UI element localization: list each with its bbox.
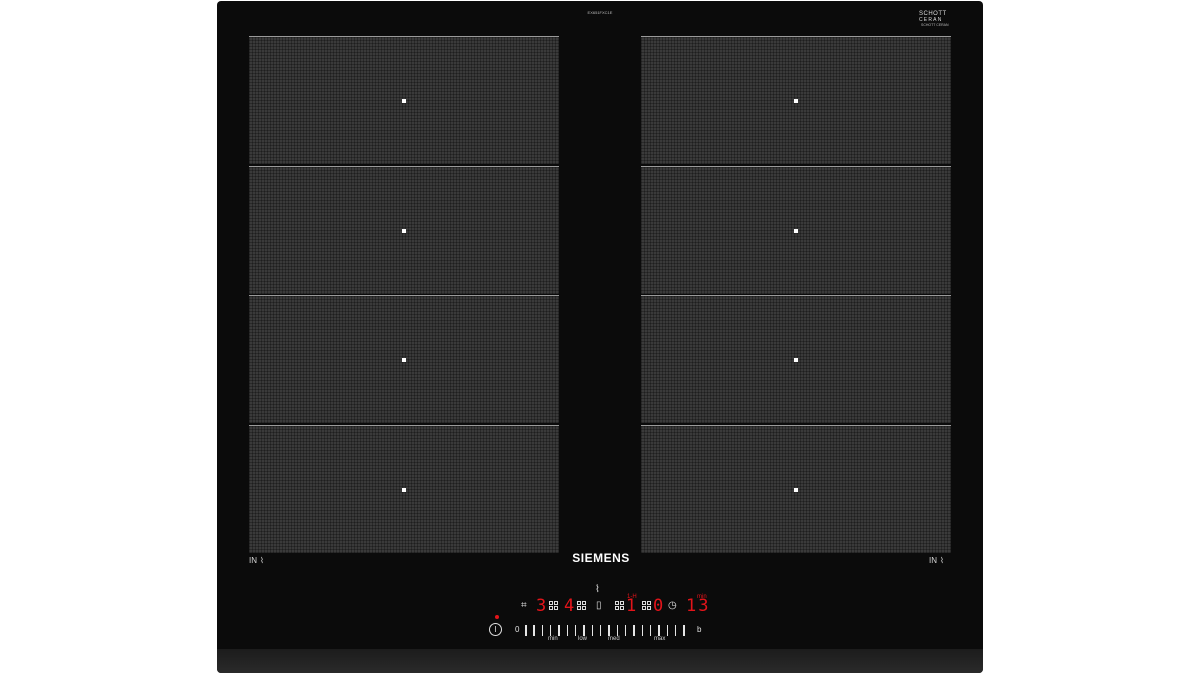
glass-brand-logo: SCHOTT CERAN xyxy=(919,11,947,23)
zone-marker xyxy=(402,487,406,492)
slider-label-min: min xyxy=(548,636,558,642)
zone-marker xyxy=(794,98,798,103)
model-number: EX651FXC1E xyxy=(587,10,613,15)
slider-label-low: low xyxy=(578,636,588,642)
cooking-zone-right-1[interactable] xyxy=(641,36,951,164)
power-button[interactable]: I xyxy=(489,623,502,636)
cooking-zone-right-2[interactable] xyxy=(641,166,951,294)
flex-zone-icon[interactable]: ⌗ xyxy=(521,600,527,611)
cooking-zone-left-2[interactable] xyxy=(249,166,559,294)
zone-select-icon[interactable] xyxy=(615,601,624,610)
boost-button[interactable]: b xyxy=(697,625,701,634)
zone-marker xyxy=(794,487,798,492)
cooking-zone-left-4[interactable] xyxy=(249,425,559,553)
power-indicator xyxy=(495,615,499,619)
left-zone-power-display-2: 4 xyxy=(564,596,575,616)
zone-marker xyxy=(794,228,798,233)
zone-marker xyxy=(402,98,406,103)
slider-label-max: max xyxy=(654,636,666,642)
zone-marker xyxy=(402,357,406,362)
left-zone-power-display-1: 3 xyxy=(536,596,547,616)
timer-icon[interactable]: ◷ xyxy=(668,600,677,611)
flex-zone-label-left: IN ⌇ xyxy=(249,556,264,565)
cooking-zone-left-3[interactable] xyxy=(249,295,559,423)
power-slider[interactable] xyxy=(525,625,685,636)
zone-select-icon[interactable] xyxy=(549,601,558,610)
pan-icon[interactable]: ▯ xyxy=(596,600,602,611)
zone-select-icon[interactable] xyxy=(577,601,586,610)
timer-display: 13 xyxy=(686,596,711,616)
right-zone-power-display-2: 0 xyxy=(653,596,664,616)
pan-icon: ⌇ xyxy=(595,584,600,595)
slider-label-med: med xyxy=(608,636,620,642)
slider-zero[interactable]: 0 xyxy=(515,625,519,634)
flex-zone-label-right: IN ⌇ xyxy=(929,556,944,565)
flex-zone-icon: ⌇ xyxy=(260,556,264,565)
zone-marker xyxy=(794,357,798,362)
flex-zone-icon: ⌇ xyxy=(940,556,944,565)
glass-sub-text: SCHOTT CERAN xyxy=(921,23,949,27)
right-zone-power-display-1: 1 xyxy=(626,596,637,616)
front-bevel xyxy=(217,649,983,673)
cooking-zone-right-4[interactable] xyxy=(641,425,951,553)
cooking-zone-right-3[interactable] xyxy=(641,295,951,423)
zone-marker xyxy=(402,228,406,233)
cooking-zone-left-1[interactable] xyxy=(249,36,559,164)
zone-select-icon[interactable] xyxy=(642,601,651,610)
brand-logo: SIEMENS xyxy=(572,551,630,565)
